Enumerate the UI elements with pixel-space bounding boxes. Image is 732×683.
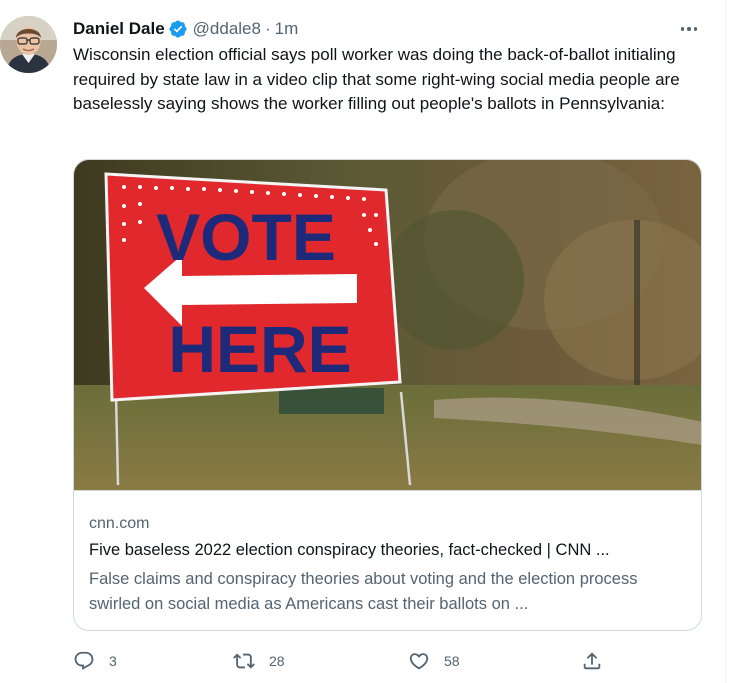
sign-here-text: HERE <box>168 312 351 386</box>
author-handle[interactable]: @ddale8 <box>193 19 261 39</box>
retweet-icon <box>233 653 255 669</box>
sign-vote-text: VOTE <box>156 200 336 274</box>
header-separator: · <box>264 19 271 38</box>
author-name[interactable]: Daniel Dale <box>73 19 165 39</box>
tweet-timestamp[interactable]: 1m <box>275 19 299 39</box>
like-count: 58 <box>444 653 460 669</box>
avatar-photo <box>0 16 57 73</box>
card-domain: cnn.com <box>89 515 150 532</box>
card-divider <box>74 490 701 491</box>
tweet-text: Wisconsin election official says poll wo… <box>73 45 680 113</box>
reply-icon <box>74 651 94 670</box>
avatar[interactable] <box>0 16 57 73</box>
retweet-count: 28 <box>269 653 285 669</box>
retweet-button[interactable]: 28 <box>233 648 285 674</box>
timeline-border <box>725 0 726 683</box>
reply-count: 3 <box>109 653 117 669</box>
tweet-header: Daniel Dale @ddale8 · 1m <box>73 18 298 40</box>
share-icon <box>583 652 601 670</box>
reply-button[interactable]: 3 <box>73 648 117 674</box>
more-icon[interactable] <box>676 18 702 40</box>
tweet-actions: 3 28 58 <box>73 648 613 674</box>
card-description: False claims and conspiracy theories abo… <box>89 570 638 613</box>
card-image: VOTE HERE <box>74 160 701 490</box>
link-card[interactable]: VOTE HERE cnn.com Five baseless 2022 ele… <box>73 159 702 631</box>
share-button[interactable] <box>581 648 603 674</box>
card-title: Five baseless 2022 election conspiracy t… <box>89 541 610 559</box>
verified-badge-icon <box>169 20 187 38</box>
like-icon <box>409 653 429 670</box>
like-button[interactable]: 58 <box>408 648 460 674</box>
